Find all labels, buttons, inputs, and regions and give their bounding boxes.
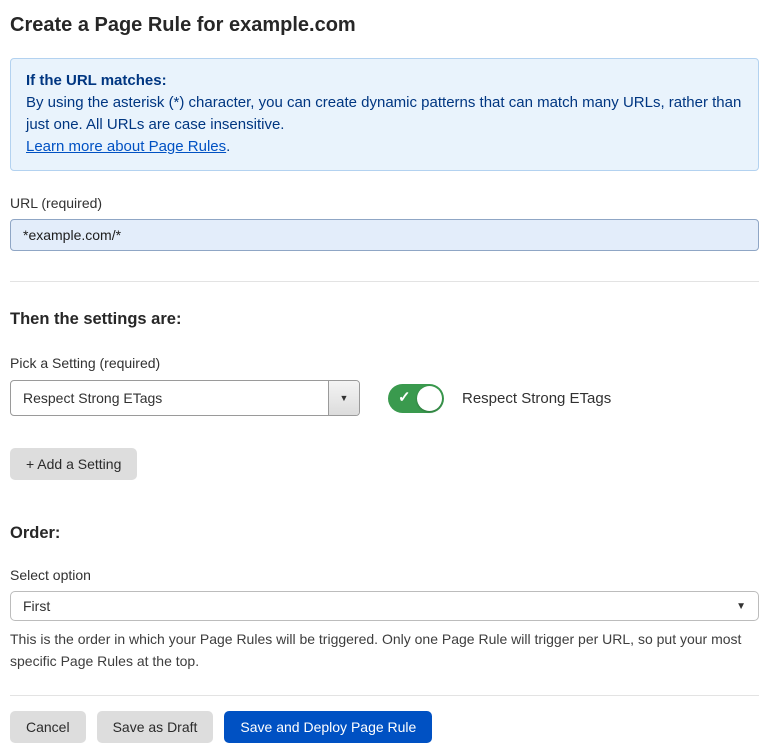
link-period: . <box>226 138 230 155</box>
add-setting-button[interactable]: + Add a Setting <box>10 448 137 480</box>
info-box-heading: If the URL matches: <box>26 70 743 92</box>
url-input[interactable] <box>10 219 759 251</box>
order-help-text: This is the order in which your Page Rul… <box>10 628 759 672</box>
info-box-link-row: Learn more about Page Rules. <box>26 136 743 158</box>
learn-more-link[interactable]: Learn more about Page Rules <box>26 138 226 155</box>
footer-actions: Cancel Save as Draft Save and Deploy Pag… <box>10 695 759 743</box>
save-draft-button[interactable]: Save as Draft <box>97 711 214 743</box>
toggle-knob <box>417 386 442 411</box>
info-box: If the URL matches: By using the asteris… <box>10 58 759 171</box>
setting-select[interactable]: Respect Strong ETags ▼ <box>10 380 360 416</box>
page-rule-form: Create a Page Rule for example.com If th… <box>0 0 769 743</box>
section-divider <box>10 281 759 282</box>
check-icon: ✓ <box>398 390 411 405</box>
settings-heading: Then the settings are: <box>10 310 759 329</box>
order-select-label: Select option <box>10 567 759 583</box>
save-deploy-button[interactable]: Save and Deploy Page Rule <box>224 711 432 743</box>
cancel-button[interactable]: Cancel <box>10 711 86 743</box>
setting-select-value: Respect Strong ETags <box>11 381 328 415</box>
order-heading: Order: <box>10 524 759 543</box>
chevron-down-icon: ▼ <box>736 601 746 612</box>
order-select-value: First <box>23 598 50 614</box>
setting-toggle-label: Respect Strong ETags <box>462 390 611 407</box>
url-field-group: URL (required) <box>10 195 759 251</box>
setting-row: Respect Strong ETags ▼ ✓ Respect Strong … <box>10 380 759 416</box>
info-box-body: By using the asterisk (*) character, you… <box>26 92 743 136</box>
page-title: Create a Page Rule for example.com <box>10 14 759 37</box>
order-select[interactable]: First ▼ <box>10 591 759 621</box>
pick-setting-label: Pick a Setting (required) <box>10 355 759 371</box>
setting-toggle-group: ✓ Respect Strong ETags <box>388 384 611 413</box>
setting-toggle[interactable]: ✓ <box>388 384 444 413</box>
chevron-down-icon[interactable]: ▼ <box>328 381 359 415</box>
url-label: URL (required) <box>10 195 759 211</box>
